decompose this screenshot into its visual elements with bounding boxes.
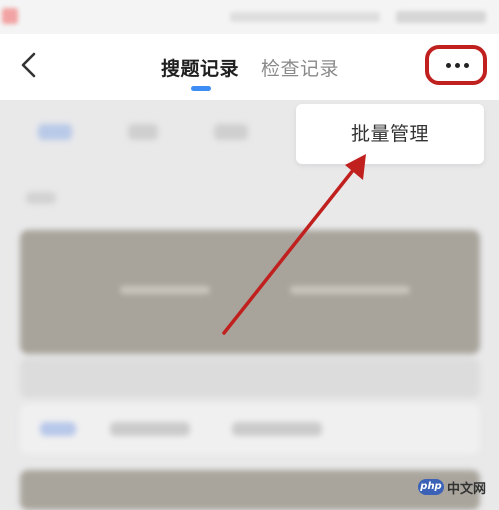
more-horizontal-icon [446,63,451,68]
more-horizontal-icon [455,63,460,68]
tab-search-records[interactable]: 搜题记录 [161,54,239,81]
record-card-image [20,470,480,510]
php-logo: php [418,479,444,495]
status-icon-blob [230,12,380,22]
filter-chip [214,124,248,140]
record-card-body [20,358,480,398]
tab-check-records[interactable]: 检查记录 [261,54,339,81]
filter-chip [128,124,158,140]
filter-chip [38,124,72,140]
subject-tag [40,422,76,436]
popup-menu: 批量管理 [296,104,484,164]
footer-text-blob [232,422,322,436]
chevron-left-icon [21,52,36,78]
card-caption-line [120,286,210,294]
status-icon-blob [396,11,486,23]
back-button[interactable] [14,48,46,82]
footer-text-blob [110,422,190,436]
more-options-button[interactable] [425,45,487,85]
record-card-image [20,230,480,354]
watermark: php 中文网 [418,478,487,497]
watermark-text: 中文网 [447,481,487,497]
card-caption-line [290,286,410,294]
date-label [26,192,56,204]
status-icon-blob [2,8,18,24]
nav-bar: 搜题记录 检查记录 [0,34,499,100]
status-bar [0,0,499,34]
batch-manage-menu-item[interactable]: 批量管理 [296,104,484,164]
active-tab-indicator [191,86,211,91]
more-horizontal-icon [464,63,469,68]
